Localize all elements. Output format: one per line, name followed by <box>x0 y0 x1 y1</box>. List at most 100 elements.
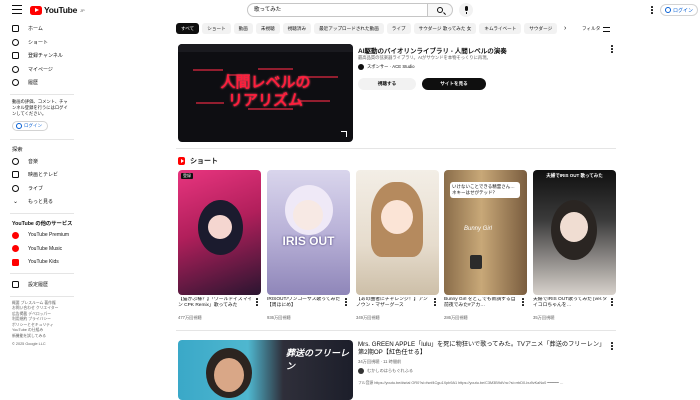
divider <box>176 330 616 331</box>
sidebar-item-kids[interactable]: YouTube Kids <box>0 256 82 270</box>
subscriptions-icon <box>12 52 19 60</box>
short-card-4[interactable]: いけないことできる精霊さん…ネキーはせがテッド？ Bunny Girl <box>444 170 527 295</box>
channel-avatar <box>358 368 364 374</box>
region-label: JP <box>80 7 85 13</box>
divider <box>10 212 74 214</box>
ad-site-button[interactable]: サイトを見る <box>422 78 486 90</box>
short-views: 35万回視聴 <box>533 315 555 320</box>
video-thumb-text: 葬送のフリーレン <box>286 348 350 371</box>
short-card-5[interactable]: 夫婦でIRIS OUT 歌ってみた <box>533 170 616 295</box>
sidebar-item-history[interactable]: 履歴 <box>0 76 82 90</box>
chip-live[interactable]: ライブ <box>386 23 411 34</box>
sidebar-item-movies[interactable]: 映画とテレビ <box>0 168 82 182</box>
short-title[interactable]: IRISOUT/ワンコーサス歌ってみた【周ほにめ】 <box>267 297 343 309</box>
login-button[interactable]: ログイン <box>660 4 699 16</box>
explore-title: 探索 <box>12 147 23 153</box>
sidebar-item-label: YouTube Premium <box>28 232 70 239</box>
sidebar-item-live[interactable]: ライブ <box>0 182 82 196</box>
footer-line[interactable]: 新機能を試してみる <box>0 334 82 340</box>
video-thumb-face <box>214 358 244 392</box>
ad-thumbnail-text: 人間レベルの リアリズム <box>198 74 333 110</box>
flag-icon <box>12 281 19 289</box>
logo-text: YouTube <box>44 5 77 15</box>
ad-watch-button[interactable]: 視聴する <box>358 78 416 90</box>
sponsor-label: スポンサー · ACE Studio <box>367 64 415 69</box>
short-more-icon[interactable] <box>434 298 436 306</box>
sidebar-item-music-service[interactable]: YouTube Music <box>0 242 82 256</box>
movie-icon <box>12 171 19 179</box>
short-overlay-text: 夫婦でIRIS OUT 歌ってみた <box>546 173 603 178</box>
youtube-logo[interactable]: YouTube JP <box>30 5 85 15</box>
sidebar-item-label: ホーム <box>28 26 43 33</box>
sidebar-item-subscriptions[interactable]: 登録チャンネル <box>0 49 82 63</box>
short-badge: 登録 <box>181 173 193 179</box>
ad-more-icon[interactable] <box>611 45 613 53</box>
video-channel[interactable]: むかしのはらもぐれふる <box>358 368 413 374</box>
short-thumb-phone <box>470 255 482 269</box>
video-thumbnail[interactable]: 葬送のフリーレン <box>178 340 353 400</box>
more-options-icon[interactable] <box>651 6 653 14</box>
shorts-title: ショート <box>190 158 218 165</box>
chip-watched[interactable]: 視聴済み <box>282 23 312 34</box>
chip-recent[interactable]: 最近アップロードされた動画 <box>314 23 384 34</box>
chip-shorts[interactable]: ショート <box>202 23 231 34</box>
ad-thumb-line: 人間レベルの リアリズム <box>220 74 311 109</box>
video-meta: 34万回視聴 · 11 時間前 <box>358 359 402 364</box>
short-more-icon[interactable] <box>345 298 347 306</box>
chip-videos[interactable]: 動画 <box>233 23 253 34</box>
sidebar-login-button[interactable]: ログイン <box>12 120 48 131</box>
login-label: ログイン <box>673 7 694 14</box>
sidebar-item-settings[interactable]: 設定履歴 <box>0 278 82 292</box>
short-card-3[interactable] <box>356 170 439 295</box>
ad-thumbnail[interactable]: 人間レベルの リアリズム <box>178 44 353 142</box>
divider <box>10 295 74 297</box>
sidebar-item-label: YouTube Kids <box>28 259 59 266</box>
youtube-music-icon <box>12 245 19 253</box>
short-title[interactable]: 夫婦でIRIS OUT歌ってみた [ver.タイコロちゃんを… <box>533 297 609 309</box>
short-thumb-face <box>208 215 232 239</box>
music-icon <box>12 157 19 165</box>
sidebar-item-more[interactable]: ⌄ もっと見る <box>0 195 82 209</box>
short-more-icon[interactable] <box>611 298 613 306</box>
short-title[interactable]: Bunny Girl をどこでも新調する自前夜でみた#アカ… <box>444 297 520 309</box>
short-more-icon[interactable] <box>256 298 258 306</box>
login-label: ログイン <box>24 122 42 128</box>
chip-saudade[interactable]: サウダージ 歌ってみた 女 <box>413 23 477 34</box>
home-icon <box>12 25 19 33</box>
short-title[interactable]: 【あの曲者にチャレンジ！】アンノウン・マザーグース <box>356 297 432 309</box>
chevron-down-icon: ⌄ <box>12 199 19 206</box>
short-title[interactable]: 【猫かぶ様？】「ワールドイズマイン CPK Remix」歌ってみた <box>178 297 254 309</box>
ad-toolbar <box>178 44 353 52</box>
ad-title[interactable]: AI駆動のバイオリンライブラリ - 人間レベルの演奏 <box>358 45 598 55</box>
sidebar-item-shorts[interactable]: ショート <box>0 36 82 50</box>
search-input[interactable]: 歌ってみた <box>247 3 428 17</box>
sidebar-item-music[interactable]: 音楽 <box>0 155 82 169</box>
divider <box>10 273 74 274</box>
short-card-1[interactable]: 登録 <box>178 170 261 295</box>
search-button[interactable] <box>428 3 453 17</box>
short-card-2[interactable]: IRIS OUT <box>267 170 350 295</box>
video-title[interactable]: Mrs. GREEN APPLE「lulu」を死に物狂いで歌ってみた。TVアニメ… <box>358 341 603 358</box>
you-icon <box>12 65 19 73</box>
chip-private[interactable]: キムライベート <box>479 23 522 34</box>
video-more-icon[interactable] <box>611 342 613 350</box>
channel-name: むかしのはらもぐれふる <box>367 368 414 373</box>
sidebar-item-you[interactable]: マイページ <box>0 63 82 77</box>
sidebar-item-label: もっと見る <box>28 199 54 206</box>
chip-all[interactable]: すべて <box>176 23 200 34</box>
filter-icon <box>603 26 611 32</box>
filter-button[interactable]: フィルタ <box>582 26 611 32</box>
voice-search-icon[interactable] <box>459 3 473 17</box>
short-more-icon[interactable] <box>522 298 524 306</box>
sidebar-item-label: マイページ <box>28 66 53 73</box>
filter-label: フィルタ <box>582 26 601 31</box>
menu-icon[interactable] <box>12 5 22 14</box>
shorts-icon <box>12 38 19 46</box>
sidebar-item-home[interactable]: ホーム <box>0 22 82 36</box>
chevron-right-icon[interactable]: › <box>564 25 566 32</box>
sidebar-item-label: ショート <box>28 39 49 46</box>
chip-unwatched[interactable]: 未視聴 <box>255 23 280 34</box>
search-icon <box>437 7 443 13</box>
chip-saudade-2[interactable]: サウダージ <box>524 23 558 34</box>
sidebar-item-premium[interactable]: YouTube Premium <box>0 229 82 243</box>
